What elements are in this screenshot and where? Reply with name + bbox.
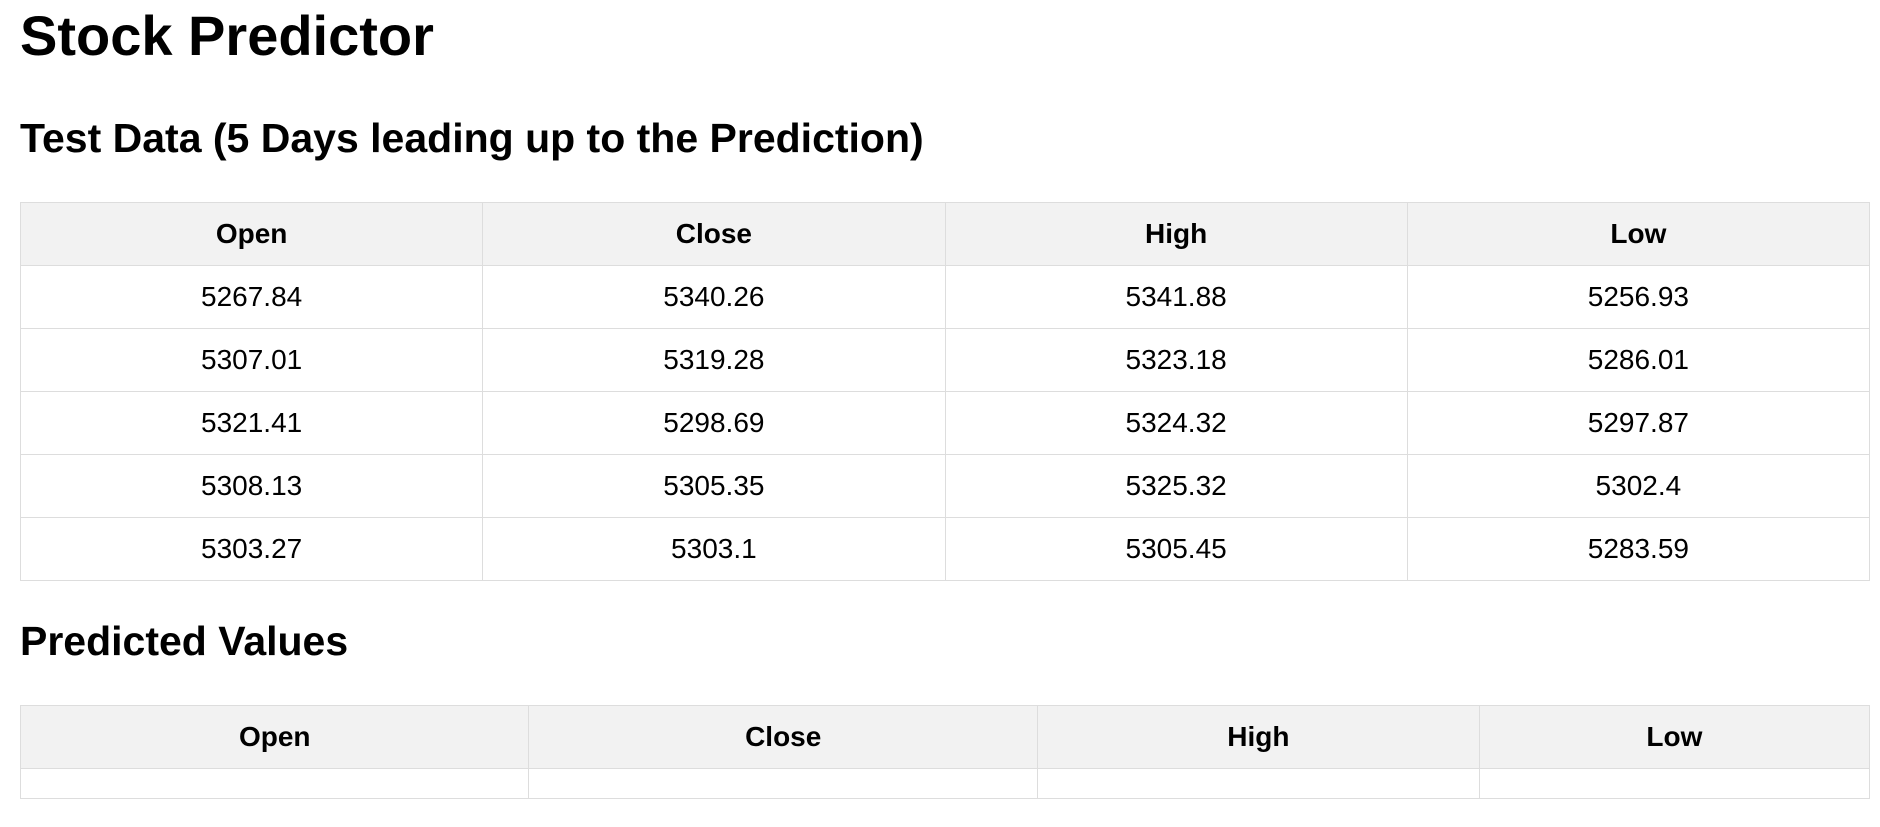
page: Stock Predictor Test Data (5 Days leadin…: [0, 0, 1880, 799]
table-header-row: Open Close High Low: [19, 202, 1871, 266]
cell-open: 5303.27: [19, 517, 484, 581]
table-row: 5308.13 5305.35 5325.32 5302.4: [19, 454, 1871, 518]
page-title: Stock Predictor: [20, 4, 434, 67]
column-header-close: Close: [528, 705, 1038, 769]
cell-close: 5319.28: [482, 328, 946, 392]
column-header-close: Close: [482, 202, 946, 266]
cell-low: 5286.01: [1406, 328, 1871, 392]
cell-close: [528, 768, 1038, 799]
cell-close: 5303.1: [482, 517, 946, 581]
cell-low: 5297.87: [1406, 391, 1871, 455]
cell-high: 5325.32: [944, 454, 1408, 518]
cell-open: 5267.84: [19, 265, 484, 329]
predicted-values-heading: Predicted Values: [20, 618, 349, 664]
column-header-high: High: [1036, 705, 1480, 769]
cell-close: 5298.69: [482, 391, 946, 455]
test-data-heading: Test Data (5 Days leading up to the Pred…: [20, 115, 924, 161]
table-row: 5307.01 5319.28 5323.18 5286.01: [19, 328, 1871, 392]
cell-open: 5307.01: [19, 328, 484, 392]
cell-close: 5305.35: [482, 454, 946, 518]
cell-open: 5308.13: [19, 454, 484, 518]
column-header-high: High: [944, 202, 1408, 266]
predicted-values-table: Open Close High Low: [19, 705, 1871, 799]
column-header-open: Open: [19, 202, 484, 266]
cell-low: 5256.93: [1406, 265, 1871, 329]
column-header-low: Low: [1406, 202, 1871, 266]
column-header-low: Low: [1478, 705, 1871, 769]
cell-high: 5341.88: [944, 265, 1408, 329]
cell-high: 5324.32: [944, 391, 1408, 455]
cell-low: 5302.4: [1406, 454, 1871, 518]
cell-high: [1036, 768, 1480, 799]
table-row: [19, 768, 1871, 799]
table-row: 5303.27 5303.1 5305.45 5283.59: [19, 517, 1871, 581]
cell-close: 5340.26: [482, 265, 946, 329]
table-header-row: Open Close High Low: [19, 705, 1871, 769]
cell-high: 5323.18: [944, 328, 1408, 392]
cell-open: 5321.41: [19, 391, 484, 455]
test-data-table: Open Close High Low 5267.84 5340.26 5341…: [19, 202, 1871, 581]
table-row: 5267.84 5340.26 5341.88 5256.93: [19, 265, 1871, 329]
cell-high: 5305.45: [944, 517, 1408, 581]
column-header-open: Open: [19, 705, 530, 769]
cell-low: [1478, 768, 1871, 799]
table-row: 5321.41 5298.69 5324.32 5297.87: [19, 391, 1871, 455]
cell-low: 5283.59: [1406, 517, 1871, 581]
cell-open: [19, 768, 530, 799]
